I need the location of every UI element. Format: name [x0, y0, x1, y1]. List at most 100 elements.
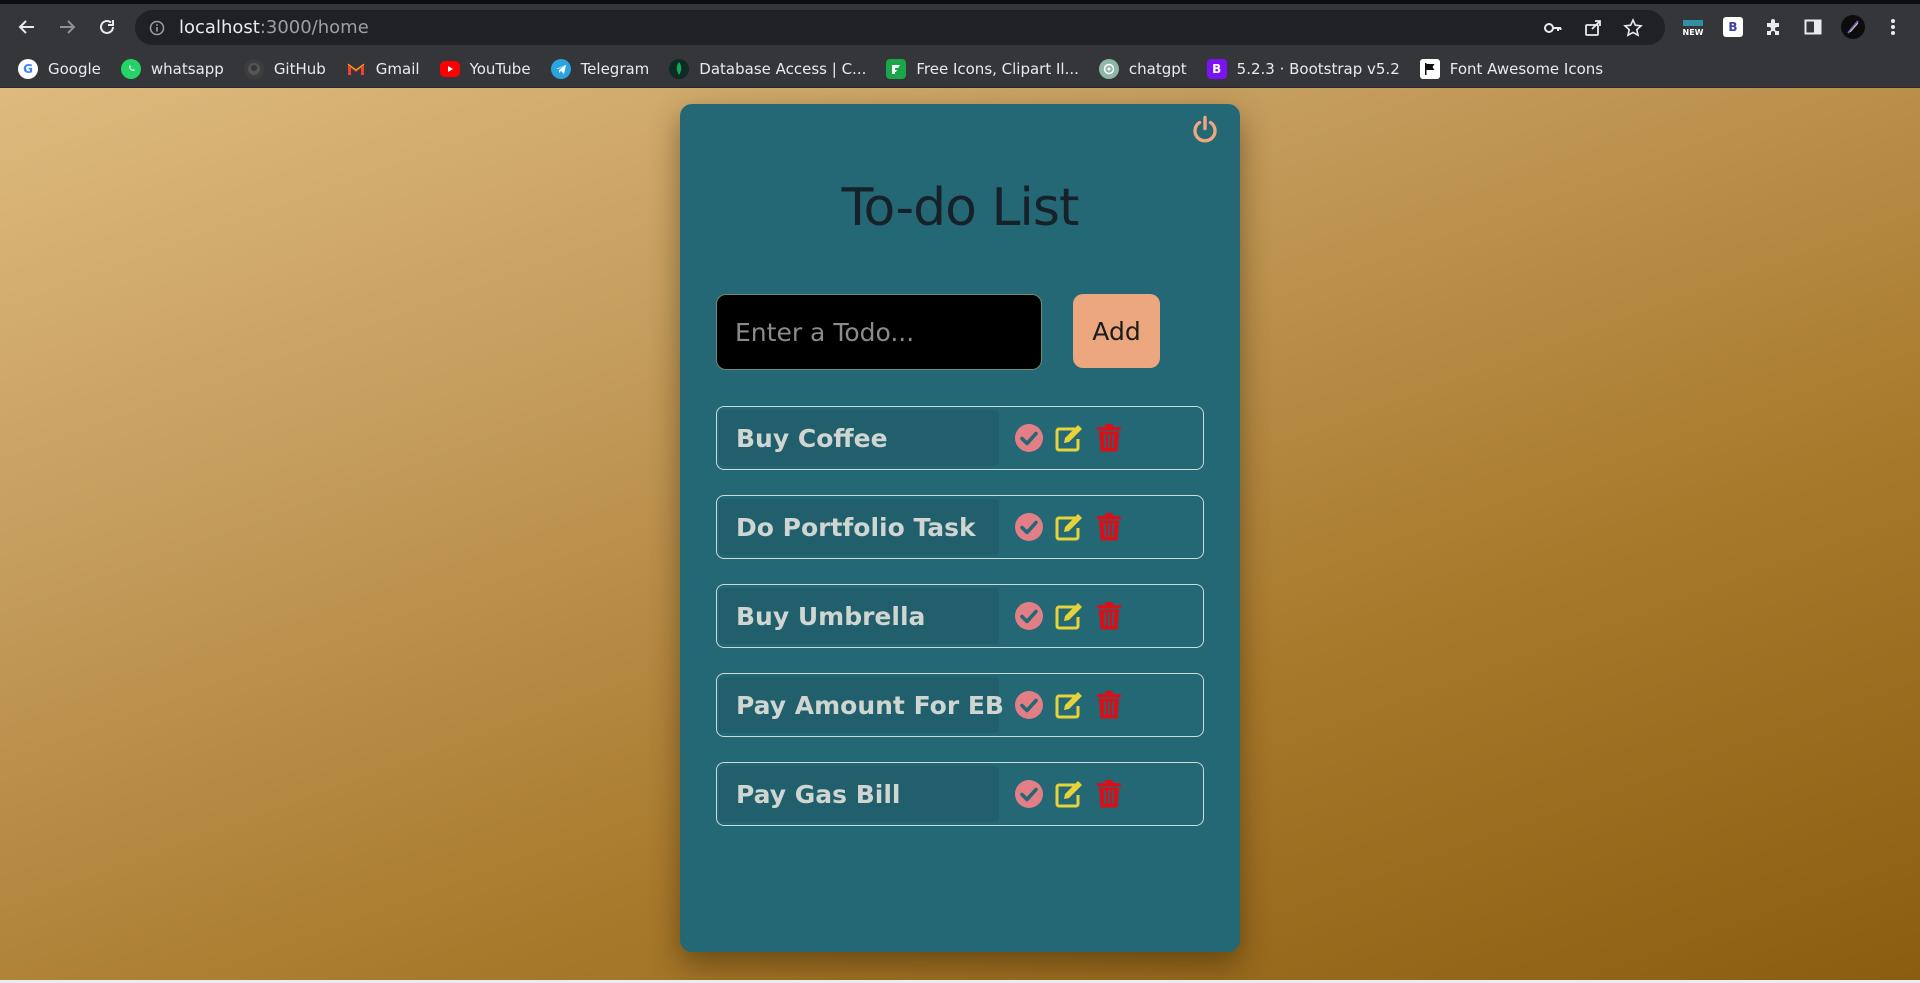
bookmark-label: chatgpt — [1128, 59, 1187, 78]
edit-button[interactable] — [1053, 778, 1085, 810]
trash-icon — [1097, 780, 1121, 808]
todo-text: Pay Gas Bill — [736, 779, 901, 809]
profile-avatar[interactable] — [1838, 12, 1868, 42]
trash-icon — [1097, 602, 1121, 630]
google-icon: G — [18, 58, 38, 79]
delete-button[interactable] — [1093, 422, 1125, 454]
address-bar-actions — [1533, 10, 1653, 45]
todo-item: Pay Amount For EB — [716, 673, 1204, 737]
forward-arrow-icon — [60, 20, 76, 34]
todo-actions — [1013, 689, 1133, 721]
new-extension-icon[interactable]: NEW — [1678, 12, 1708, 42]
todo-text-container: Pay Gas Bill — [719, 766, 999, 822]
todo-actions — [1013, 511, 1133, 543]
extensions-puzzle-icon[interactable] — [1758, 12, 1788, 42]
bookmark-label: Database Access | C... — [699, 59, 867, 78]
youtube-icon — [439, 60, 460, 77]
bookmark-database-access[interactable]: Database Access | C... — [669, 58, 867, 79]
share-icon[interactable] — [1573, 18, 1613, 38]
delete-button[interactable] — [1093, 600, 1125, 632]
complete-button[interactable] — [1013, 422, 1045, 454]
new-badge-text: NEW — [1683, 28, 1704, 37]
github-icon — [243, 58, 264, 79]
check-circle-icon — [1015, 513, 1043, 541]
edit-icon — [1055, 425, 1082, 452]
bookmark-label: Font Awesome Icons — [1449, 59, 1604, 78]
todo-text-container: Do Portfolio Task — [719, 499, 999, 555]
delete-button[interactable] — [1093, 689, 1125, 721]
complete-button[interactable] — [1013, 600, 1045, 632]
bookmark-label: Free Icons, Clipart Il... — [916, 59, 1079, 78]
edit-button[interactable] — [1053, 600, 1085, 632]
bookmark-youtube[interactable]: YouTube — [439, 59, 531, 78]
todo-text: Buy Umbrella — [736, 601, 926, 631]
edit-icon — [1055, 603, 1082, 630]
page-title: To-do List — [841, 178, 1080, 238]
back-arrow-icon — [18, 20, 34, 34]
add-todo-button[interactable]: Add — [1073, 294, 1160, 368]
trash-icon — [1097, 513, 1121, 541]
trash-icon — [1097, 691, 1121, 719]
reload-icon — [100, 19, 114, 34]
chatgpt-icon — [1098, 58, 1119, 79]
bookmark-star-icon[interactable] — [1613, 17, 1653, 38]
browser-toolbar: localhost:3000/home NEW B — [0, 4, 1920, 50]
bookmark-label: Google — [48, 59, 101, 78]
edit-button[interactable] — [1053, 689, 1085, 721]
todo-actions — [1013, 600, 1133, 632]
todo-actions — [1013, 778, 1133, 810]
edit-icon — [1055, 692, 1082, 719]
delete-button[interactable] — [1093, 511, 1125, 543]
address-bar[interactable]: localhost:3000/home — [135, 10, 1665, 45]
todo-text: Pay Amount For EB — [736, 690, 1004, 720]
edit-button[interactable] — [1053, 422, 1085, 454]
bookmark-label: YouTube — [469, 59, 531, 78]
check-circle-icon — [1015, 691, 1043, 719]
bookmark-bootstrap[interactable]: B 5.2.3 · Bootstrap v5.2 — [1206, 58, 1400, 79]
bookmark-font-awesome[interactable]: Font Awesome Icons — [1419, 58, 1604, 79]
trash-icon — [1097, 424, 1121, 452]
complete-button[interactable] — [1013, 778, 1045, 810]
forward-button[interactable] — [52, 12, 82, 42]
todo-text: Buy Coffee — [736, 423, 888, 453]
bootstrap-extension-icon[interactable]: B — [1718, 12, 1748, 42]
todo-text: Do Portfolio Task — [736, 512, 976, 542]
todo-item: Buy Coffee — [716, 406, 1204, 470]
bookmark-chatgpt[interactable]: chatgpt — [1098, 58, 1187, 79]
flaticon-icon — [886, 58, 907, 79]
gmail-icon — [346, 59, 366, 79]
todo-card: To-do List Add Buy Coffee — [680, 104, 1240, 952]
todo-text-container: Buy Umbrella — [719, 588, 999, 644]
edit-icon — [1055, 514, 1082, 541]
chrome-menu-icon[interactable] — [1878, 12, 1908, 42]
fontawesome-icon — [1419, 58, 1440, 79]
bookmark-github[interactable]: GitHub — [243, 58, 326, 79]
bookmark-flaticon[interactable]: Free Icons, Clipart Il... — [886, 58, 1079, 79]
edit-button[interactable] — [1053, 511, 1085, 543]
logout-button[interactable] — [1188, 112, 1222, 146]
todo-input[interactable] — [716, 294, 1042, 370]
site-info-icon[interactable] — [149, 20, 165, 36]
todo-list: Buy Coffee Do Portfolio Task Buy Umbrell… — [716, 406, 1204, 851]
bookmark-label: GitHub — [273, 59, 326, 78]
bookmark-label: Gmail — [375, 59, 420, 78]
reload-button[interactable] — [92, 12, 122, 42]
url-path: :3000/home — [259, 17, 369, 38]
bookmark-telegram[interactable]: Telegram — [550, 58, 650, 79]
side-panel-icon[interactable] — [1798, 12, 1828, 42]
bookmark-label: Telegram — [580, 59, 650, 78]
complete-button[interactable] — [1013, 689, 1045, 721]
todo-actions — [1013, 422, 1133, 454]
edit-icon — [1055, 781, 1082, 808]
check-circle-icon — [1015, 424, 1043, 452]
telegram-icon — [550, 58, 571, 79]
delete-button[interactable] — [1093, 778, 1125, 810]
bookmarks-bar: G Google whatsapp GitHub Gmail YouTube T… — [0, 50, 1920, 88]
bookmark-gmail[interactable]: Gmail — [346, 59, 420, 79]
todo-text-container: Pay Amount For EB — [719, 677, 1004, 733]
bookmark-whatsapp[interactable]: whatsapp — [120, 58, 224, 79]
complete-button[interactable] — [1013, 511, 1045, 543]
bookmark-google[interactable]: G Google — [18, 58, 101, 79]
key-icon[interactable] — [1533, 18, 1573, 38]
back-button[interactable] — [12, 12, 42, 42]
